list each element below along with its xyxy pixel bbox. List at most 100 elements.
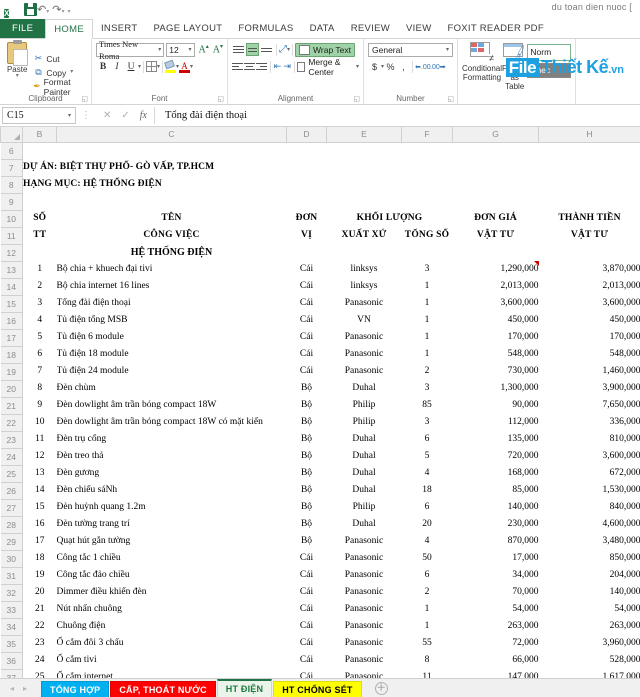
row-header[interactable]: 8 (0, 175, 23, 194)
cell-name[interactable]: Đèn dowlight âm trần bóng compact 18W có… (57, 414, 287, 431)
cell-stt[interactable]: 1 (23, 261, 57, 278)
select-all-corner[interactable] (0, 127, 23, 143)
cell-origin[interactable]: Panasonic (327, 635, 402, 652)
cell-origin[interactable]: Panasonic (327, 533, 402, 550)
grow-font-button[interactable]: A▴ (199, 43, 209, 55)
fill-color-icon[interactable] (164, 59, 177, 73)
cell-unit[interactable]: Bộ (287, 431, 327, 448)
cell-stt[interactable]: 23 (23, 635, 57, 652)
cell-qty[interactable]: 6 (402, 431, 453, 448)
cell-total[interactable]: 54,000 (539, 601, 640, 618)
cell-total[interactable]: 528,000 (539, 652, 640, 669)
cell-total[interactable]: 3,870,000 (539, 261, 640, 278)
cell-total[interactable]: 3,480,000 (539, 533, 640, 550)
row-header[interactable]: 9 (0, 192, 23, 211)
cell-qty[interactable]: 85 (402, 397, 453, 414)
cell-origin[interactable]: Panasonic (327, 550, 402, 567)
cell-stt[interactable]: 2 (23, 278, 57, 295)
cell-stt[interactable]: 21 (23, 601, 57, 618)
column-header-e[interactable]: E (326, 127, 402, 143)
cell-name[interactable]: Tổng đài điện thoại (57, 295, 287, 312)
cancel-icon[interactable]: ✕ (103, 110, 111, 121)
accounting-format-button[interactable]: $ (368, 62, 381, 72)
cell-origin[interactable]: Philip (327, 499, 402, 516)
cell-blank[interactable] (23, 193, 640, 210)
cell-name[interactable]: Đèn huỳnh quang 1.2m (57, 499, 287, 516)
cell-origin[interactable]: linksys (327, 261, 402, 278)
cell-unit[interactable]: Bộ (287, 465, 327, 482)
enter-icon[interactable]: ✓ (121, 110, 129, 121)
header-so[interactable]: SỐ (23, 210, 57, 227)
next-sheet-icon[interactable]: ▸ (23, 684, 27, 693)
cell-stt[interactable]: 12 (23, 448, 57, 465)
cell-qty[interactable]: 55 (402, 635, 453, 652)
cell-stt[interactable]: 14 (23, 482, 57, 499)
cell-origin[interactable]: Duhal (327, 380, 402, 397)
cell-stt[interactable]: 17 (23, 533, 57, 550)
header-vi[interactable]: VỊ (287, 227, 327, 244)
cell-qty[interactable]: 1 (402, 346, 453, 363)
cell-name[interactable]: Tủ điện tổng MSB (57, 312, 287, 329)
row-header[interactable]: 24 (0, 447, 23, 466)
cell-total[interactable]: 810,000 (539, 431, 640, 448)
cell-stt[interactable]: 20 (23, 584, 57, 601)
header-don-gia-sub[interactable]: VẬT TƯ (453, 227, 539, 244)
cell-unit[interactable]: Cái (287, 601, 327, 618)
cell-total[interactable]: 336,000 (539, 414, 640, 431)
cell-origin[interactable]: Panasonic (327, 669, 402, 678)
tab-foxit-reader-pdf[interactable]: FOXIT READER PDF (439, 19, 551, 38)
cell-qty[interactable]: 1 (402, 312, 453, 329)
cell-price[interactable]: 548,000 (453, 346, 539, 363)
row-header[interactable]: 16 (0, 311, 23, 330)
comma-format-button[interactable]: , (397, 62, 410, 72)
cell-unit[interactable]: Cái (287, 652, 327, 669)
cell-origin[interactable]: Panasonic (327, 652, 402, 669)
chevron-down-icon[interactable]: ▾ (190, 63, 193, 70)
cell-total[interactable]: 7,650,000 (539, 397, 640, 414)
cell-qty[interactable]: 1 (402, 329, 453, 346)
cell-blank[interactable] (327, 244, 402, 261)
cell-name[interactable]: Chuông điện (57, 618, 287, 635)
tab-page-layout[interactable]: PAGE LAYOUT (145, 19, 230, 38)
cell-total[interactable]: 4,600,000 (539, 516, 640, 533)
cell-name[interactable]: Nút nhấn chuông (57, 601, 287, 618)
font-family-select[interactable]: Times New Roma ▾ (96, 39, 165, 61)
cell-qty[interactable]: 1 (402, 295, 453, 312)
cell-style-check[interactable]: Chec (527, 63, 572, 78)
row-header[interactable]: 30 (0, 549, 23, 568)
cell-price[interactable]: 230,000 (453, 516, 539, 533)
cell-stt[interactable]: 25 (23, 669, 57, 678)
cell-stt[interactable]: 19 (23, 567, 57, 584)
cell-price[interactable]: 170,000 (453, 329, 539, 346)
cell-price[interactable]: 70,000 (453, 584, 538, 601)
cell-unit[interactable]: Cái (287, 295, 327, 312)
cell-stt[interactable]: 3 (23, 295, 57, 312)
header-khoi-luong[interactable]: KHỐI LƯỢNG (327, 210, 453, 227)
cell-price[interactable]: 112,000 (453, 414, 539, 431)
cell-qty[interactable]: 1 (402, 278, 453, 295)
cell-name[interactable]: Bộ chia + khuech đại tivi (57, 261, 287, 278)
cell-name[interactable]: Bộ chia internet 16 lines (57, 278, 287, 295)
cell-total[interactable]: 840,000 (539, 499, 640, 516)
number-dialog-launcher-icon[interactable]: ◱ (447, 95, 454, 103)
cell-unit[interactable]: Cái (287, 584, 327, 601)
column-header-b[interactable]: B (22, 127, 57, 143)
cell-price[interactable]: 54,000 (453, 601, 538, 618)
cell-origin[interactable]: Panasonic (327, 346, 402, 363)
shrink-font-button[interactable]: A▾ (213, 43, 223, 55)
customize-qat-icon[interactable]: ▾ (67, 4, 70, 16)
cell-unit[interactable]: Bộ (287, 397, 327, 414)
cell-name[interactable]: Đèn chùm (57, 380, 287, 397)
cell-stt[interactable]: 16 (23, 516, 57, 533)
cell-name[interactable]: Ổ cắm tivi (57, 652, 287, 669)
row-header[interactable]: 17 (0, 328, 23, 347)
cell-blank[interactable] (453, 244, 539, 261)
cell-price[interactable]: 730,000 (453, 363, 539, 380)
cell-stt[interactable]: 5 (23, 329, 57, 346)
row-header[interactable]: 18 (0, 345, 23, 364)
cell-qty[interactable]: 20 (402, 516, 453, 533)
cell-unit[interactable]: Cái (287, 669, 327, 678)
row-header[interactable]: 35 (0, 634, 23, 653)
cell-qty[interactable]: 5 (402, 448, 453, 465)
row-header[interactable]: 34 (0, 617, 23, 636)
